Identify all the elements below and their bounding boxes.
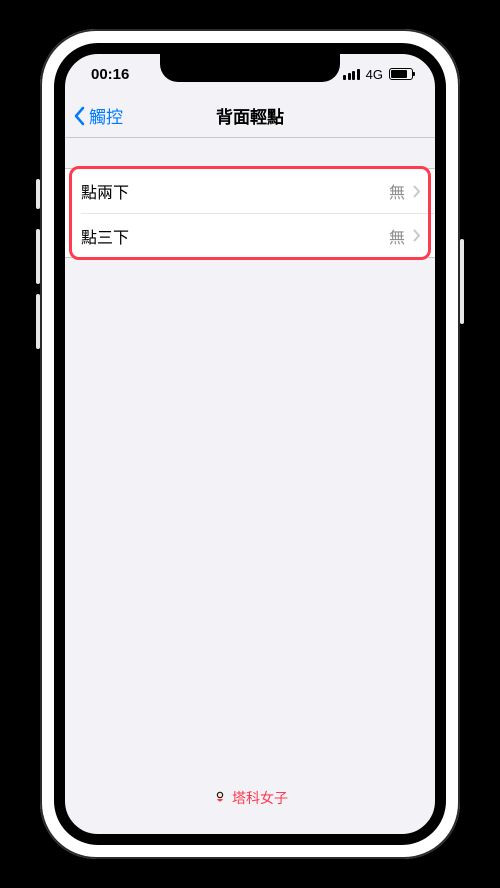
battery-icon xyxy=(389,68,413,80)
brand-text: 塔科女子 xyxy=(232,788,288,808)
phone-mute-switch xyxy=(36,179,40,209)
row-label: 點兩下 xyxy=(81,179,129,203)
row-value: 無 xyxy=(389,179,405,203)
network-label: 4G xyxy=(366,67,383,82)
status-time: 00:16 xyxy=(91,66,129,83)
page-title: 背面輕點 xyxy=(216,103,284,128)
screen: 00:16 4G 觸控 背面輕點 點 xyxy=(54,43,446,845)
row-value: 無 xyxy=(389,224,405,248)
row-label: 點三下 xyxy=(81,224,129,248)
phone-frame: 00:16 4G 觸控 背面輕點 點 xyxy=(40,29,460,859)
phone-volume-up xyxy=(36,229,40,284)
signal-icon xyxy=(343,69,360,80)
phone-power-button xyxy=(460,239,464,324)
row-value-wrap: 無 xyxy=(389,224,421,248)
row-value-wrap: 無 xyxy=(389,179,421,203)
chevron-right-icon xyxy=(413,185,421,198)
chevron-left-icon xyxy=(73,106,85,126)
footer-brand: 塔科女子 xyxy=(212,788,288,808)
status-right: 4G xyxy=(343,67,413,82)
phone-volume-down xyxy=(36,294,40,349)
row-triple-tap[interactable]: 點三下 無 xyxy=(81,213,435,257)
back-button[interactable]: 觸控 xyxy=(65,103,123,128)
back-label: 觸控 xyxy=(89,103,123,128)
settings-list: 點兩下 無 點三下 無 xyxy=(65,168,435,258)
chevron-right-icon xyxy=(413,229,421,242)
brand-icon xyxy=(212,790,228,806)
nav-bar: 觸控 背面輕點 xyxy=(65,94,435,138)
row-double-tap[interactable]: 點兩下 無 xyxy=(65,169,435,213)
notch xyxy=(160,54,340,82)
